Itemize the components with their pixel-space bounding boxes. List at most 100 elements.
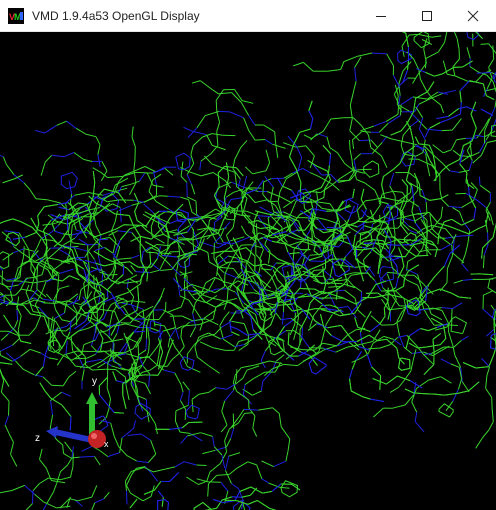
- nitrogen-bond: [107, 452, 120, 458]
- carbon-bond: [240, 102, 250, 116]
- carbon-bond: [128, 215, 134, 225]
- carbon-bond: [359, 322, 366, 333]
- carbon-bond: [450, 139, 457, 151]
- carbon-bond: [412, 74, 419, 84]
- close-button[interactable]: [450, 0, 496, 32]
- nitrogen-bond: [310, 118, 314, 130]
- carbon-bond: [191, 184, 196, 195]
- carbon-bond: [403, 278, 405, 287]
- carbon-bond: [147, 453, 157, 463]
- carbon-bond: [73, 247, 79, 258]
- carbon-bond: [309, 315, 315, 328]
- carbon-bond: [295, 169, 302, 183]
- carbon-bond: [180, 297, 186, 308]
- carbon-bond: [375, 228, 385, 230]
- carbon-bond: [488, 58, 495, 68]
- carbon-bond: [20, 221, 33, 228]
- carbon-bond: [493, 323, 496, 334]
- carbon-bond: [220, 424, 228, 433]
- carbon-bond: [52, 262, 63, 272]
- carbon-bond: [344, 289, 356, 299]
- carbon-bond: [410, 128, 414, 142]
- carbon-bond: [181, 315, 194, 322]
- carbon-bond: [60, 476, 71, 481]
- nitrogen-bond: [189, 216, 199, 219]
- carbon-bond: [397, 375, 411, 382]
- carbon-bond: [156, 354, 160, 366]
- carbon-bond: [219, 325, 224, 340]
- title-bar[interactable]: V M VMD 1.9.4a53 OpenGL Display: [0, 0, 496, 32]
- nitrogen-bond: [178, 286, 181, 296]
- carbon-bond: [405, 335, 410, 349]
- nitrogen-bond: [345, 248, 354, 257]
- nitrogen-bond: [346, 236, 354, 250]
- carbon-bond: [53, 335, 63, 349]
- carbon-bond: [461, 199, 474, 209]
- carbon-bond: [70, 466, 74, 478]
- carbon-bond: [46, 199, 61, 204]
- nitrogen-bond: [248, 115, 256, 126]
- carbon-bond: [43, 239, 54, 241]
- carbon-bond: [159, 260, 165, 271]
- carbon-bond: [23, 304, 32, 315]
- carbon-bond: [326, 136, 331, 148]
- carbon-bond: [381, 176, 384, 185]
- carbon-bond: [479, 184, 491, 194]
- carbon-bond: [155, 295, 163, 306]
- carbon-bond: [166, 359, 173, 367]
- nitrogen-bond: [117, 304, 126, 315]
- carbon-bond: [114, 412, 124, 414]
- carbon-bond: [326, 228, 337, 231]
- nitrogen-bond: [448, 205, 462, 209]
- carbon-bond: [73, 152, 84, 160]
- carbon-bond: [172, 315, 177, 329]
- carbon-bond: [224, 265, 230, 275]
- carbon-bond: [299, 316, 308, 331]
- carbon-bond: [488, 421, 494, 431]
- nitrogen-bond: [186, 174, 192, 185]
- carbon-bond: [216, 271, 222, 280]
- carbon-bond: [492, 45, 495, 60]
- carbon-bond: [81, 369, 85, 381]
- carbon-bond: [352, 117, 362, 126]
- carbon-bond: [398, 247, 402, 256]
- carbon-bond: [429, 214, 433, 229]
- nitrogen-bond: [282, 311, 284, 325]
- nitrogen-bond: [192, 130, 207, 136]
- carbon-bond: [452, 206, 460, 213]
- nitrogen-bond: [127, 433, 142, 436]
- carbon-bond: [182, 381, 190, 391]
- carbon-bond: [23, 182, 31, 190]
- nitrogen-bond: [462, 278, 473, 281]
- carbon-bond: [228, 452, 241, 457]
- carbon-bond: [212, 307, 217, 320]
- carbon-bond: [81, 344, 85, 355]
- carbon-bond: [126, 267, 134, 275]
- nitrogen-bond: [370, 398, 384, 402]
- nitrogen-bond: [374, 280, 382, 292]
- carbon-bond: [327, 69, 341, 72]
- carbon-bond: [356, 179, 366, 184]
- carbon-bond: [8, 432, 14, 443]
- carbon-bond: [149, 364, 158, 371]
- carbon-bond: [100, 170, 108, 182]
- carbon-bond: [358, 220, 368, 223]
- nitrogen-bond: [449, 170, 460, 173]
- carbon-bond: [232, 168, 241, 180]
- maximize-button[interactable]: [404, 0, 450, 32]
- carbon-bond: [423, 354, 434, 365]
- opengl-display-viewport[interactable]: y z x: [0, 32, 496, 510]
- minimize-button[interactable]: [358, 0, 404, 32]
- carbon-bond: [452, 149, 461, 157]
- carbon-bond: [212, 172, 226, 182]
- carbon-bond: [49, 414, 54, 429]
- carbon-bond: [155, 200, 169, 210]
- nitrogen-bond: [451, 302, 463, 310]
- carbon-bond: [265, 149, 271, 163]
- nitrogen-bond: [389, 172, 395, 187]
- nitrogen-bond: [136, 460, 149, 463]
- carbon-bond: [429, 122, 441, 129]
- carbon-bond: [475, 74, 483, 83]
- carbon-bond: [236, 461, 249, 469]
- carbon-bond: [389, 185, 396, 197]
